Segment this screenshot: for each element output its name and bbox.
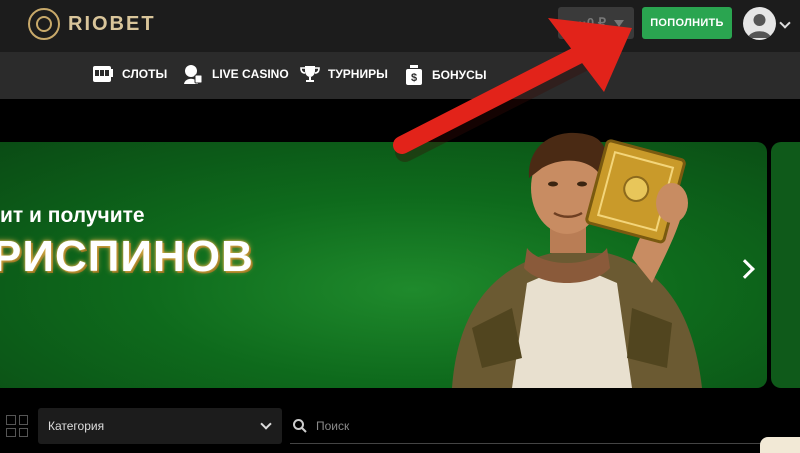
search-box bbox=[290, 408, 800, 444]
trophy-icon bbox=[300, 66, 320, 82]
nav-item-live-casino[interactable]: LIVE CASINO bbox=[182, 64, 289, 84]
bonus-bag-icon: $ bbox=[406, 65, 422, 85]
logo-text: RIOBET bbox=[68, 12, 156, 35]
svg-text:$: $ bbox=[411, 72, 417, 84]
nav-item-slots[interactable]: СЛОТЫ bbox=[92, 64, 167, 84]
nav-item-label: СЛОТЫ bbox=[122, 67, 168, 81]
game-filters: Категория bbox=[0, 405, 800, 453]
nav-item-label: БОНУСЫ bbox=[432, 68, 487, 82]
banner-subtitle: ит и получите bbox=[0, 204, 145, 227]
chevron-down-icon[interactable] bbox=[779, 17, 791, 29]
balance-dropdown[interactable]: ···0 ₽ bbox=[558, 7, 634, 39]
deposit-button[interactable]: ПОПОЛНИТЬ bbox=[642, 7, 732, 39]
category-dropdown[interactable]: Категория bbox=[38, 408, 282, 444]
chat-widget-tab[interactable] bbox=[760, 437, 800, 453]
top-header: RIOBET ···0 ₽ ПОПОЛНИТЬ bbox=[0, 0, 800, 52]
nav-item-label: ТУРНИРЫ bbox=[328, 67, 388, 81]
next-banner-preview[interactable] bbox=[771, 142, 800, 388]
category-label: Категория bbox=[48, 419, 105, 433]
hero-character-image bbox=[452, 132, 702, 388]
nav-item-tournaments[interactable]: ТУРНИРЫ bbox=[300, 64, 388, 84]
slot-machine-icon bbox=[93, 66, 113, 82]
user-avatar-icon[interactable] bbox=[743, 7, 776, 40]
live-dealer-icon bbox=[184, 65, 203, 84]
main-nav: СЛОТЫ LIVE CASINO ТУРНИРЫ $ БОНУСЫ bbox=[0, 52, 800, 99]
chevron-down-icon bbox=[260, 418, 272, 430]
nav-item-bonuses[interactable]: $ БОНУСЫ bbox=[404, 64, 487, 86]
search-icon bbox=[293, 418, 307, 433]
riobet-logo[interactable]: RIOBET bbox=[28, 8, 156, 40]
balance-value: ···0 ₽ bbox=[573, 15, 606, 30]
grid-view-icon[interactable] bbox=[6, 415, 28, 437]
nav-item-label: LIVE CASINO bbox=[212, 67, 289, 81]
caret-down-icon bbox=[614, 19, 624, 27]
logo-emblem-icon bbox=[28, 8, 60, 40]
search-input[interactable] bbox=[316, 418, 616, 433]
banner-title: РИСПИНОВ bbox=[0, 232, 254, 281]
